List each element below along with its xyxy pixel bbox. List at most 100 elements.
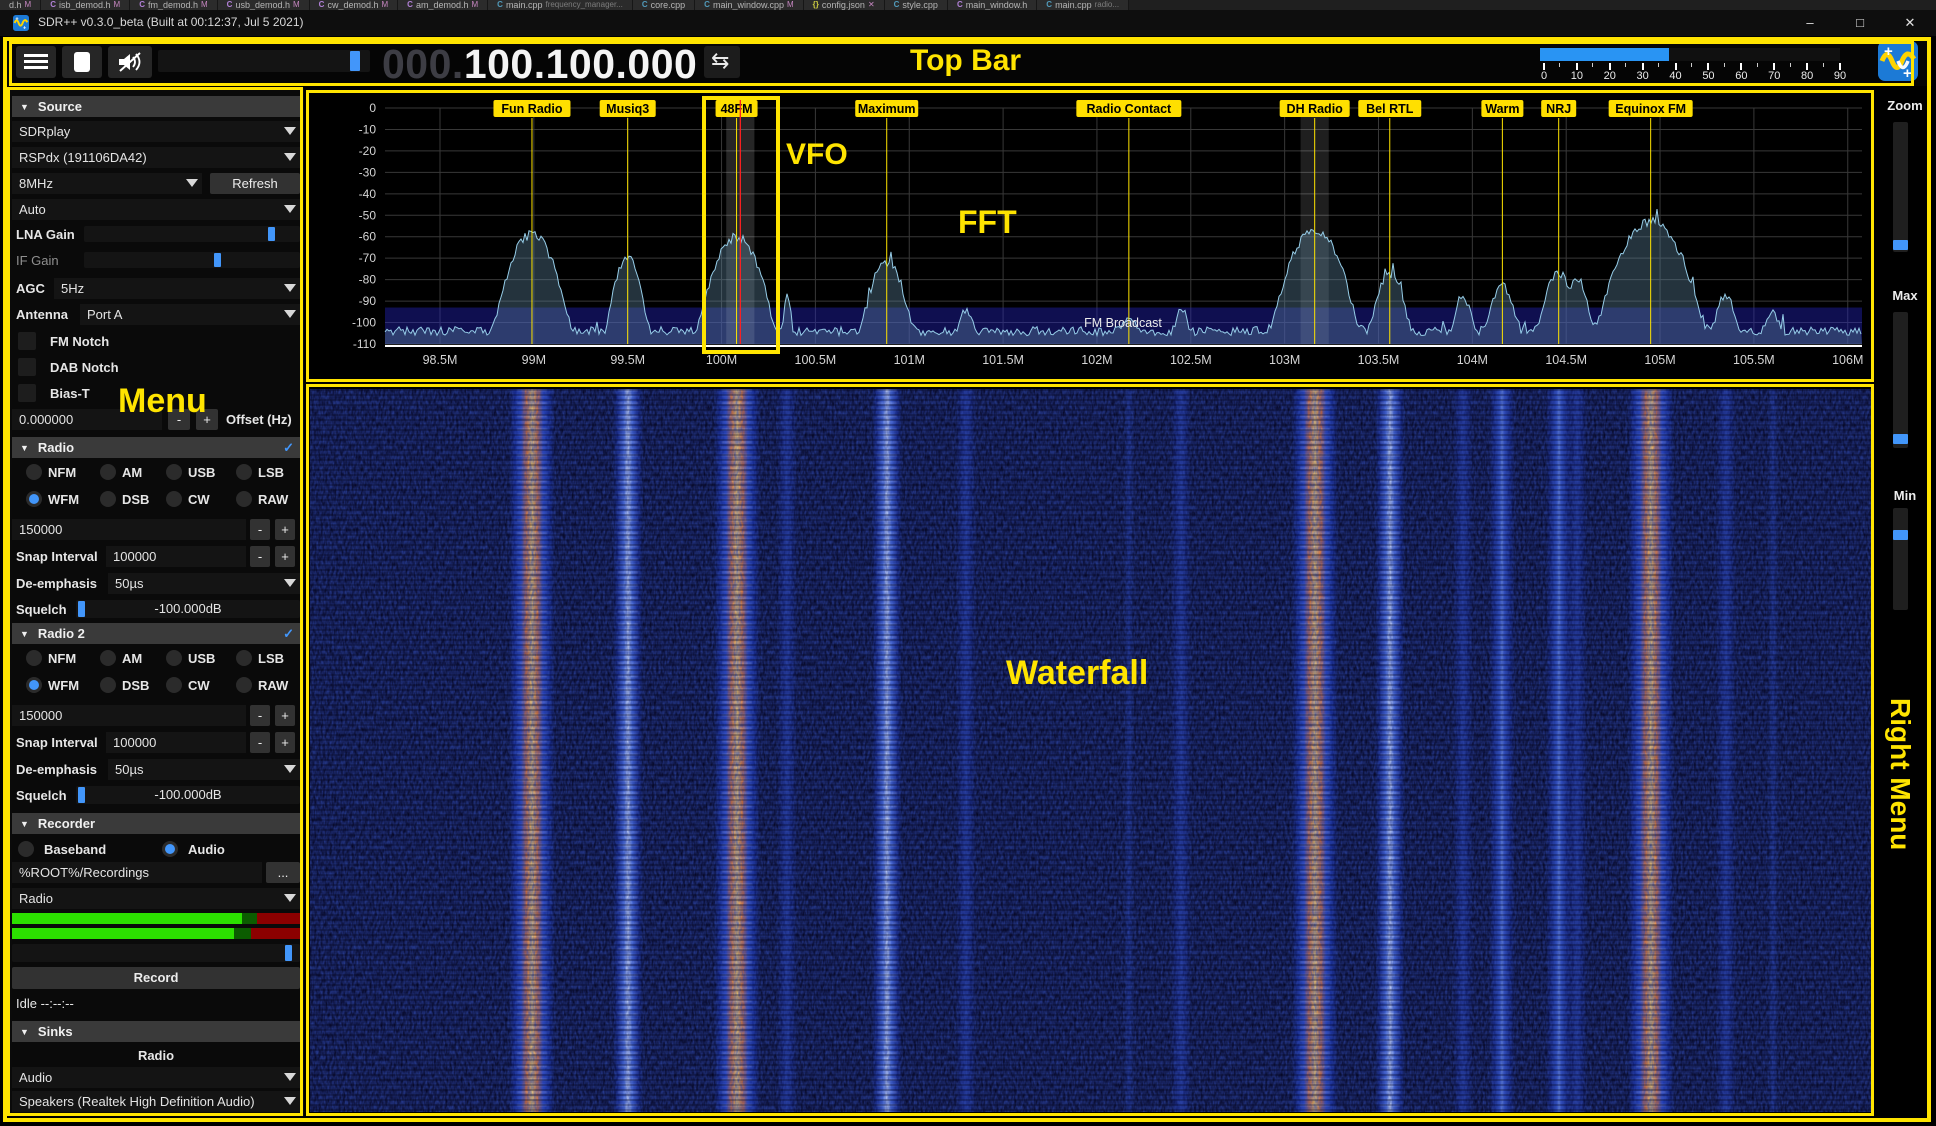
mode-radio-dsb[interactable] (100, 491, 116, 507)
editor-tab[interactable]: Cstyle.cpp (885, 0, 948, 10)
editor-tab[interactable]: Cmain_window.h (948, 0, 1037, 10)
fft-display[interactable]: 0-10-20-30-40-50-60-70-80-90-100-11098.5… (310, 94, 1872, 380)
offset-plus-button[interactable]: + (196, 409, 218, 430)
station-label[interactable]: Maximum (855, 100, 918, 117)
audio-radio[interactable] (162, 841, 178, 857)
if-gain-slider[interactable] (84, 252, 300, 268)
mode-radio-am[interactable] (100, 464, 116, 480)
volume-slider-handle[interactable] (350, 51, 360, 71)
max-slider-handle[interactable] (1893, 434, 1908, 444)
close-button[interactable]: ✕ (1886, 10, 1934, 36)
antenna-select[interactable]: Port A (80, 304, 300, 325)
station-label[interactable]: DH Radio (1280, 100, 1350, 117)
sample-rate-select[interactable]: 8MHz (12, 173, 202, 194)
offset-minus-button[interactable]: - (168, 409, 190, 430)
snap-plus-button[interactable]: + (275, 546, 295, 567)
station-label[interactable]: Musiq3 (600, 100, 656, 117)
recorder-volume-handle[interactable] (285, 945, 292, 961)
station-label[interactable]: Bel RTL (1358, 100, 1421, 117)
squelch-handle[interactable] (78, 601, 85, 617)
sink-type-select[interactable]: Audio (12, 1067, 300, 1088)
source-device-select[interactable]: RSPdx (191106DA42) (12, 147, 300, 168)
agc-select[interactable]: 5Hz (54, 278, 300, 299)
recorder-section-header[interactable]: ▼Recorder (12, 813, 300, 834)
editor-tab[interactable]: d.hM (0, 0, 41, 10)
mode-radio-lsb[interactable] (236, 464, 252, 480)
station-label[interactable]: Warm (1481, 100, 1523, 117)
mode-radio-nfm[interactable] (26, 650, 42, 666)
radio2-bandwidth-input[interactable]: 150000 (12, 705, 246, 726)
editor-tab[interactable]: Cmain_window.cppM (695, 0, 804, 10)
station-label[interactable]: NRJ (1541, 100, 1576, 117)
browse-button[interactable]: ... (266, 862, 300, 883)
mode-radio-wfm[interactable] (26, 491, 42, 507)
recording-path-input[interactable]: %ROOT%/Recordings (12, 862, 262, 883)
squelch-slider[interactable]: -100.000dB (76, 600, 300, 618)
squelch-slider[interactable]: -100.000dB (76, 786, 300, 804)
radio-bandwidth-input[interactable]: 150000 (12, 519, 246, 540)
editor-tab[interactable]: {}config.json✕ (804, 0, 885, 10)
enabled-check-icon[interactable]: ✓ (283, 437, 294, 458)
editor-tab[interactable]: Ccore.cpp (633, 0, 695, 10)
bandwidth-minus-button[interactable]: - (250, 705, 270, 726)
mode-radio-usb[interactable] (166, 650, 182, 666)
radio2-section-header[interactable]: ▼Radio 2✓ (12, 623, 300, 644)
baseband-radio[interactable] (18, 841, 34, 857)
mode-radio-dsb[interactable] (100, 677, 116, 693)
bias-t-checkbox[interactable] (18, 384, 36, 402)
sink-device-select[interactable]: Speakers (Realtek High Definition Audio) (12, 1091, 300, 1112)
station-label[interactable]: Equinox FM (1609, 100, 1693, 117)
station-label[interactable]: Radio Contact (1076, 100, 1181, 117)
recorder-volume-slider[interactable] (12, 944, 300, 962)
bandwidth-minus-button[interactable]: - (250, 519, 270, 540)
volume-slider[interactable] (158, 50, 370, 72)
editor-tab[interactable]: Cusb_demod.hM (218, 0, 310, 10)
editor-tab[interactable]: Cisb_demod.hM (41, 0, 130, 10)
snap-minus-button[interactable]: - (250, 546, 270, 567)
enabled-check-icon[interactable]: ✓ (283, 623, 294, 644)
lna-gain-slider[interactable] (84, 226, 300, 242)
mode-radio-lsb[interactable] (236, 650, 252, 666)
bandwidth-plus-button[interactable]: + (275, 519, 295, 540)
stop-button[interactable] (62, 46, 102, 78)
mode-radio-nfm[interactable] (26, 464, 42, 480)
frequency-display[interactable]: 000.100.100.000 (382, 41, 697, 88)
min-slider-handle[interactable] (1893, 530, 1908, 540)
offset-input[interactable]: 0.000000 (12, 409, 162, 430)
maximize-button[interactable]: □ (1836, 10, 1884, 36)
zoom-slider[interactable] (1893, 122, 1908, 252)
snap-interval-input[interactable]: 100000 (106, 546, 246, 567)
recorder-stream-select[interactable]: Radio (12, 888, 300, 909)
editor-tab[interactable]: Cmain.cppfrequency_manager... (488, 0, 633, 10)
source-driver-select[interactable]: SDRplay (12, 121, 300, 142)
waterfall-display[interactable] (310, 389, 1872, 1112)
mode-radio-am[interactable] (100, 650, 116, 666)
mode-radio-raw[interactable] (236, 677, 252, 693)
editor-tab[interactable]: Cmain.cppradio... (1037, 0, 1129, 10)
max-slider[interactable] (1893, 312, 1908, 448)
bandwidth-plus-button[interactable]: + (275, 705, 295, 726)
snap-interval-input[interactable]: 100000 (106, 732, 246, 753)
mode-radio-cw[interactable] (166, 491, 182, 507)
snap-minus-button[interactable]: - (250, 732, 270, 753)
lna-gain-handle[interactable] (268, 227, 275, 241)
station-label[interactable]: Fun Radio (493, 100, 570, 117)
refresh-button[interactable]: Refresh (210, 173, 300, 194)
zoom-slider-handle[interactable] (1893, 240, 1908, 250)
mode-radio-raw[interactable] (236, 491, 252, 507)
if-agc-select[interactable]: Auto (12, 199, 300, 220)
mode-radio-cw[interactable] (166, 677, 182, 693)
station-label[interactable]: 48FM (716, 100, 758, 117)
deemphasis-select[interactable]: 50µs (108, 759, 300, 780)
mute-button[interactable] (108, 46, 152, 78)
source-section-header[interactable]: ▼Source (12, 96, 300, 117)
dab-notch-checkbox[interactable] (18, 358, 36, 376)
if-gain-handle[interactable] (214, 253, 221, 267)
mode-radio-usb[interactable] (166, 464, 182, 480)
fm-notch-checkbox[interactable] (18, 332, 36, 350)
deemphasis-select[interactable]: 50µs (108, 573, 300, 594)
editor-tab[interactable]: Ccw_demod.hM (310, 0, 398, 10)
min-slider[interactable] (1893, 508, 1908, 610)
snap-plus-button[interactable]: + (275, 732, 295, 753)
minimize-button[interactable]: – (1786, 10, 1834, 36)
